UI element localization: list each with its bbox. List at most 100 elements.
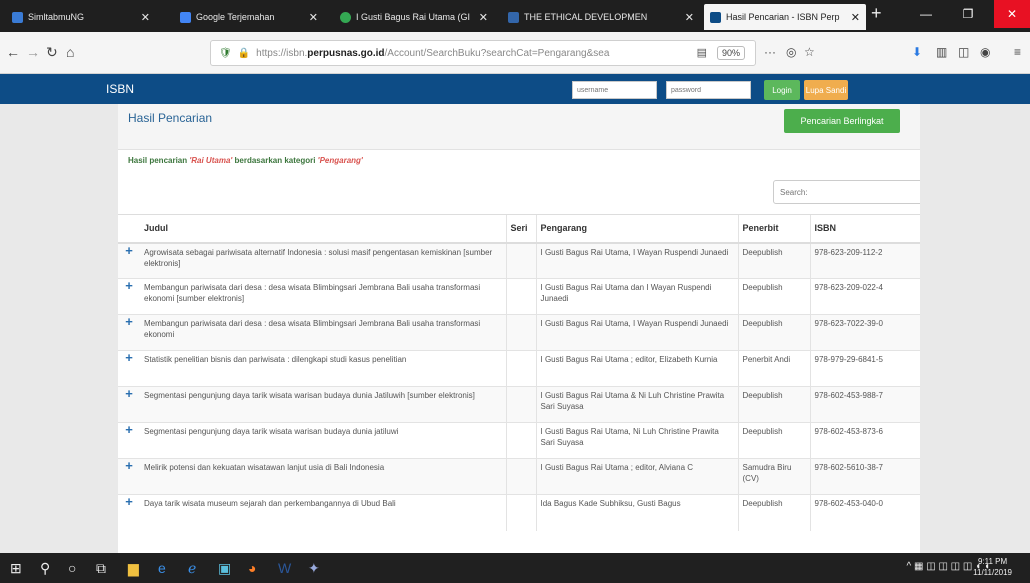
advanced-search-button[interactable]: Pencarian Berlingkat — [784, 109, 900, 133]
password-input[interactable] — [666, 81, 751, 99]
cell-seri — [505, 278, 536, 315]
table-search-input[interactable] — [773, 180, 920, 204]
minimize-icon[interactable]: — — [908, 0, 944, 28]
forgot-password-button[interactable]: Lupa Sandi — [804, 80, 848, 100]
sidebar-icon[interactable]: ◫ — [958, 45, 969, 59]
reload-icon[interactable]: ↻ — [46, 44, 58, 61]
library-icon[interactable]: ▥ — [936, 45, 947, 59]
download-icon[interactable]: ⬇ — [912, 45, 922, 59]
tab-label: Hasil Pencarian - ISBN Perp — [726, 12, 840, 22]
browser-nav-bar: ← → ↻ ⌂ 🛡 🔒 https://isbn. perpusnas.go.i… — [0, 32, 1030, 74]
edge-icon[interactable]: e — [158, 560, 166, 576]
url-bar[interactable]: 🛡 🔒 https://isbn. perpusnas.go.id /Accou… — [210, 40, 756, 66]
file-explorer-icon[interactable]: ▆ — [128, 560, 139, 577]
account-icon[interactable]: ◉ — [980, 45, 990, 59]
cell-pengarang: I Gusti Bagus Rai Utama, Ni Luh Christin… — [535, 422, 738, 459]
table-row: + Statistik penelitian bisnis dan pariwi… — [118, 350, 920, 387]
column-header-seri[interactable]: Seri — [505, 214, 536, 244]
username-input[interactable] — [572, 81, 657, 99]
url-host: perpusnas.go.id — [307, 47, 385, 59]
cell-penerbit: Deepublish — [737, 242, 810, 279]
cell-judul: Daya tarik wisata museum sejarah dan per… — [140, 494, 506, 531]
reader-view-icon[interactable]: ▤ — [697, 46, 707, 59]
site-header: ISBN Login Lupa Sandi — [0, 74, 1030, 104]
cell-seri — [505, 386, 536, 423]
taskbar-clock[interactable]: 9:11 PM 11/11/2019 — [973, 556, 1012, 578]
clock-time: 9:11 PM — [977, 557, 1008, 566]
shield-icon: 🛡 — [219, 47, 232, 59]
cell-isbn: 978-602-5610-38-7 — [809, 458, 920, 495]
tab-favicon-icon — [508, 11, 519, 23]
expand-row-plus-icon[interactable]: + — [118, 494, 140, 531]
cell-isbn: 978-979-29-6841-5 — [809, 350, 920, 387]
cell-judul: Agrowisata sebagai pariwisata alternatif… — [140, 242, 506, 279]
cell-penerbit: Penerbit Andi — [737, 350, 810, 387]
browser-tab-4[interactable]: THE ETHICAL DEVELOPMEN ✕ — [502, 4, 700, 30]
table-row: + Segmentasi pengunjung daya tarik wisat… — [118, 386, 920, 423]
search-icon[interactable]: ⚲ — [40, 560, 50, 577]
pocket-icon[interactable]: ◎ — [786, 45, 796, 59]
cell-judul: Segmentasi pengunjung daya tarik wisata … — [140, 386, 506, 423]
menu-icon[interactable]: ≡ — [1014, 45, 1021, 59]
cell-seri — [505, 314, 536, 351]
result-mid: berdasarkan kategori — [232, 156, 318, 165]
cell-pengarang: I Gusti Bagus Rai Utama ; editor, Elizab… — [535, 350, 738, 387]
expand-row-plus-icon[interactable]: + — [118, 422, 140, 459]
app-icon[interactable]: ✦ — [308, 560, 320, 577]
close-window-icon[interactable]: ✕ — [994, 0, 1030, 28]
cell-penerbit: Samudra Biru (CV) — [737, 458, 810, 495]
tab-close-icon[interactable]: ✕ — [479, 11, 488, 24]
expand-row-plus-icon[interactable]: + — [118, 278, 140, 315]
clock-date: 11/11/2019 — [973, 568, 1012, 577]
result-query: 'Rai Utama' — [189, 156, 233, 165]
cortana-icon[interactable]: ○ — [68, 560, 76, 576]
expand-row-plus-icon[interactable]: + — [118, 458, 140, 495]
firefox-icon[interactable]: ◕ — [248, 560, 256, 576]
windows-start-icon[interactable]: ⊞ — [10, 560, 22, 577]
new-tab-button[interactable]: + — [871, 3, 882, 24]
column-header-pengarang[interactable]: Pengarang — [535, 214, 738, 244]
ie-icon[interactable]: ℯ — [188, 560, 196, 577]
expand-column-header — [118, 214, 140, 244]
browser-tab-2[interactable]: Google Terjemahan ✕ — [174, 4, 324, 30]
more-actions-icon[interactable]: ··· — [764, 45, 776, 59]
tab-favicon-icon — [710, 11, 721, 23]
expand-row-plus-icon[interactable]: + — [118, 350, 140, 387]
site-brand[interactable]: ISBN — [106, 82, 134, 96]
cell-judul: Membangun pariwisata dari desa : desa wi… — [140, 278, 506, 315]
word-icon[interactable]: W — [278, 560, 291, 576]
store-icon[interactable]: ▣ — [218, 560, 231, 577]
browser-tab-1[interactable]: SimltabmuNG ✕ — [6, 4, 156, 30]
tab-label: Google Terjemahan — [196, 12, 275, 22]
home-icon[interactable]: ⌂ — [66, 44, 74, 60]
cell-pengarang: I Gusti Bagus Rai Utama, I Wayan Ruspend… — [535, 314, 738, 351]
column-header-isbn[interactable]: ISBN — [809, 214, 920, 244]
expand-row-plus-icon[interactable]: + — [118, 242, 140, 279]
column-header-penerbit[interactable]: Penerbit — [737, 214, 810, 244]
task-view-icon[interactable]: ⧉ — [96, 560, 106, 577]
tab-close-icon[interactable]: ✕ — [309, 11, 318, 24]
maximize-icon[interactable]: ❐ — [950, 0, 986, 28]
tab-close-icon[interactable]: ✕ — [851, 11, 860, 24]
cell-isbn: 978-623-209-022-4 — [809, 278, 920, 315]
forward-icon[interactable]: → — [26, 44, 40, 60]
browser-tab-3[interactable]: I Gusti Bagus Rai Utama (GI ✕ — [334, 4, 494, 30]
tab-label: SimltabmuNG — [28, 12, 85, 22]
zoom-level[interactable]: 90% — [716, 46, 745, 60]
bookmark-star-icon[interactable]: ☆ — [804, 45, 815, 59]
login-button[interactable]: Login — [764, 80, 800, 100]
tab-close-icon[interactable]: ✕ — [685, 11, 694, 24]
browser-tab-5-active[interactable]: Hasil Pencarian - ISBN Perp ✕ — [704, 4, 866, 30]
expand-row-plus-icon[interactable]: + — [118, 386, 140, 423]
result-category: 'Pengarang' — [317, 156, 363, 165]
tab-label: I Gusti Bagus Rai Utama (GI — [356, 12, 471, 22]
tab-favicon-icon — [12, 11, 23, 23]
cell-penerbit: Deepublish — [737, 314, 810, 351]
column-header-judul[interactable]: Judul — [140, 214, 506, 244]
cell-isbn: 978-623-7022-39-0 — [809, 314, 920, 351]
cell-isbn: 978-602-453-040-0 — [809, 494, 920, 531]
back-icon[interactable]: ← — [6, 44, 20, 60]
result-prefix: Hasil pencarian — [128, 156, 190, 165]
expand-row-plus-icon[interactable]: + — [118, 314, 140, 351]
tab-close-icon[interactable]: ✕ — [141, 11, 150, 24]
